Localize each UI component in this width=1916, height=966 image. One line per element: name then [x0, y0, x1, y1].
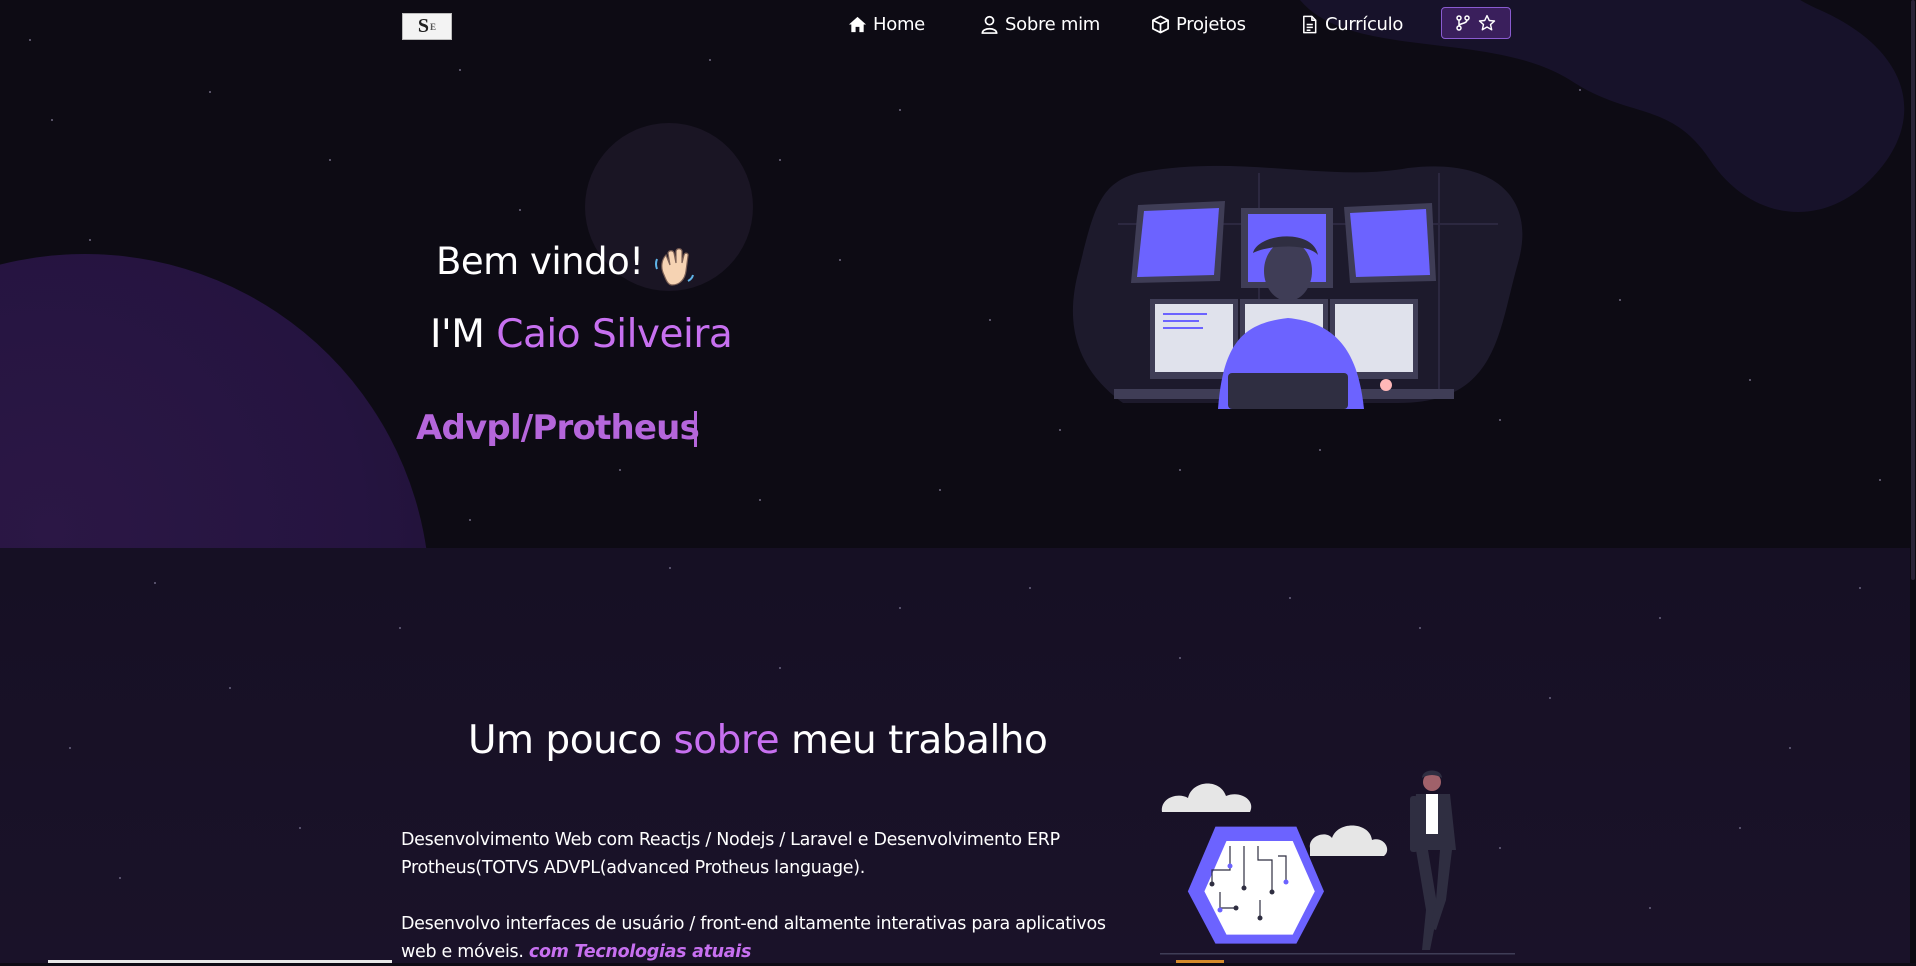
nav-home-label: Home [873, 13, 925, 35]
nav-projects-label: Projetos [1176, 13, 1246, 35]
logo-letter: S [417, 15, 430, 37]
star-icon [1478, 14, 1496, 31]
about-title-highlight: sobre [673, 718, 780, 763]
intro-name: Caio Silveira [496, 312, 733, 357]
hero-section: Bem vindo! I'M Caio Silveira Advpl/Proth… [0, 0, 1916, 548]
git-fork-icon [1456, 15, 1470, 31]
nav-resume-label: Currículo [1325, 13, 1404, 35]
github-star-fork-button[interactable] [1441, 7, 1511, 39]
greeting-text: Bem vindo! [436, 240, 644, 283]
home-icon [848, 16, 867, 32]
nav-about[interactable]: Sobre mim [980, 11, 1100, 37]
about-paragraph-2: Desenvolvo interfaces de usuário / front… [401, 910, 1121, 966]
logo-sub-letter: E [430, 21, 437, 32]
intro-heading: I'M Caio Silveira [430, 312, 733, 357]
about-title: Um pouco sobre meu trabalho [468, 718, 1048, 763]
document-icon [1303, 15, 1317, 33]
circuit-board-illustration [1160, 770, 1515, 955]
waving-hand-icon [655, 248, 694, 286]
site-logo[interactable]: SE [402, 13, 452, 40]
intro-prefix: I'M [430, 312, 497, 357]
nav-resume[interactable]: Currículo [1300, 11, 1403, 37]
cube-icon [1152, 15, 1169, 33]
scrollbar-thumb[interactable] [1911, 0, 1915, 580]
nav-about-label: Sobre mim [1005, 13, 1101, 35]
nav-projects[interactable]: Projetos [1151, 11, 1246, 37]
user-icon [981, 15, 998, 34]
about-paragraph-1: Desenvolvimento Web com Reactjs / Nodejs… [401, 830, 1060, 878]
about-paragraph-2-text: Desenvolvo interfaces de usuário / front… [401, 914, 1106, 962]
about-title-end: meu trabalho [779, 718, 1048, 763]
developer-monitors-illustration [1072, 165, 1523, 409]
typewriter-text: Advpl/Protheus [416, 408, 700, 448]
about-title-start: Um pouco [468, 718, 674, 763]
navbar: SE Home Sobre mim Projetos Currículo [0, 0, 1916, 50]
nav-home[interactable]: Home [848, 11, 925, 37]
typewriter-cursor [694, 411, 697, 447]
about-paragraph-2-highlight: com Tecnologias atuais [528, 942, 752, 962]
